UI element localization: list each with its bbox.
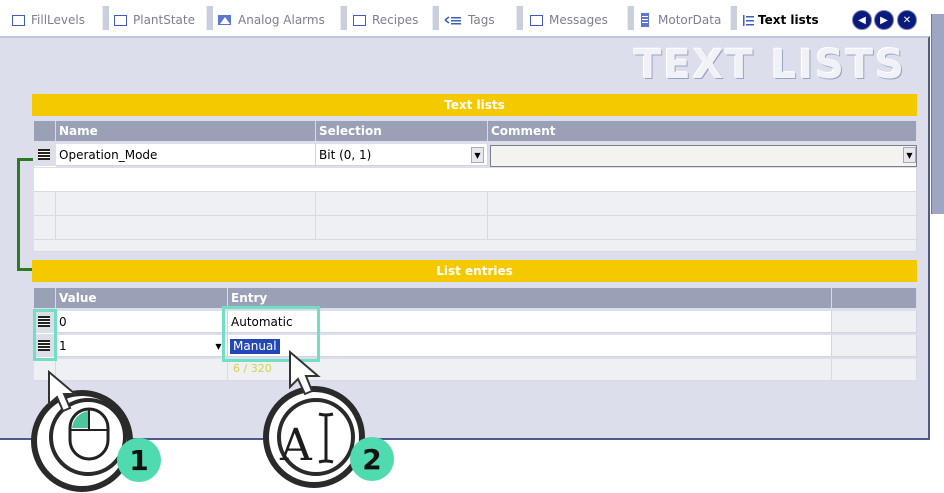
- text-edit-callout: A 2: [263, 349, 394, 488]
- callout-number-1: 1: [129, 444, 148, 477]
- callout-number-2: 2: [362, 443, 381, 476]
- text-cursor-icon: A: [279, 412, 334, 471]
- svg-text:A: A: [279, 420, 313, 471]
- callout-overlay: 1 A 2: [31, 349, 394, 492]
- mouse-click-callout: 1: [31, 369, 161, 492]
- mouse-icon: [68, 407, 110, 461]
